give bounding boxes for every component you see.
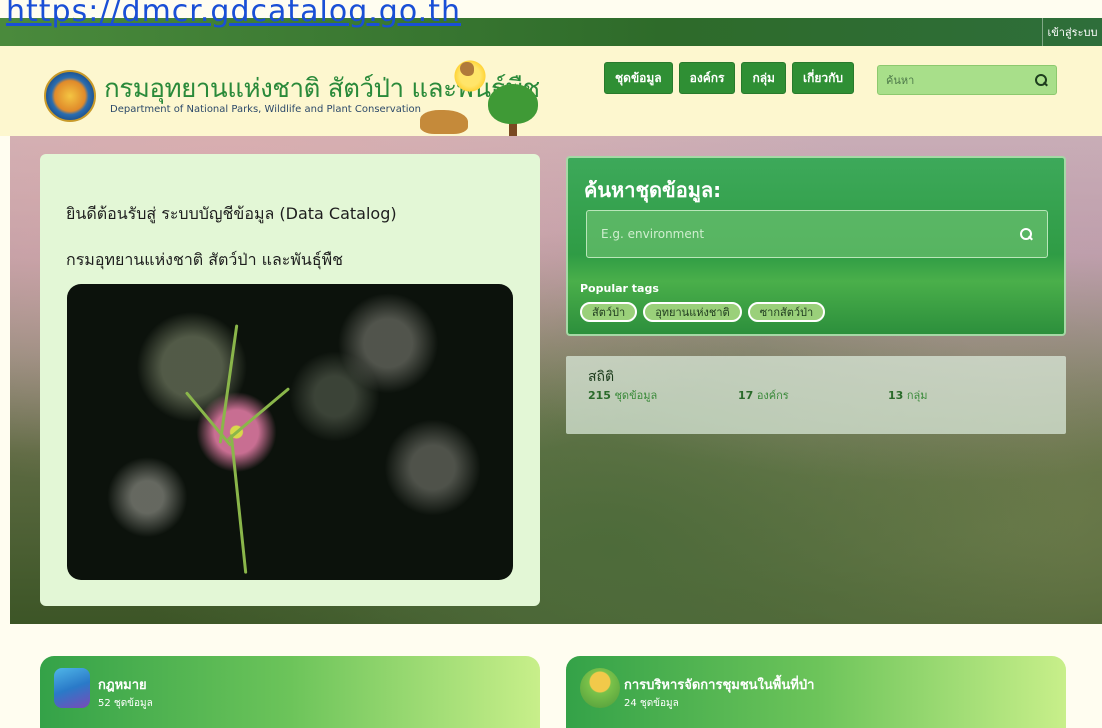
category-count: 24 ชุดข้อมูล xyxy=(624,698,679,709)
popular-tags-label: Popular tags xyxy=(580,282,659,295)
stat-groups-value: 13 xyxy=(888,389,904,402)
category-count: 52 ชุดข้อมูล xyxy=(98,698,153,709)
dataset-search-card: ค้นหาชุดข้อมูล: Popular tags สัตว์ป่า อุ… xyxy=(566,156,1066,336)
main-nav: ชุดข้อมูล องค์กร กลุ่ม เกี่ยวกับ xyxy=(604,62,854,94)
sundew-plant-photo xyxy=(67,284,513,580)
category-title: กฎหมาย xyxy=(98,678,147,693)
tree-icon xyxy=(488,84,538,124)
stat-organizations[interactable]: 17 องค์กร xyxy=(738,386,789,404)
search-icon[interactable] xyxy=(1019,227,1033,241)
nav-datasets[interactable]: ชุดข้อมูล xyxy=(604,62,673,94)
stat-datasets-label: ชุดข้อมูล xyxy=(614,389,658,402)
statistics-title: สถิติ xyxy=(588,369,615,385)
department-seal-icon xyxy=(44,70,96,122)
header-search-input[interactable] xyxy=(886,73,1026,87)
popular-tags: สัตว์ป่า อุทยานแห่งชาติ ซากสัตว์ป่า xyxy=(580,302,826,322)
dataset-search-box xyxy=(586,210,1048,258)
welcome-subheading: กรมอุทยานแห่งชาติ สัตว์ป่า และพันธุ์พืช xyxy=(66,250,344,269)
nav-about[interactable]: เกี่ยวกับ xyxy=(791,62,854,94)
statistics-card: สถิติ 215 ชุดข้อมูล 17 องค์กร 13 กลุ่ม xyxy=(566,356,1066,434)
deer-icon xyxy=(420,110,468,134)
login-button[interactable]: เข้าสู่ระบบ xyxy=(1042,18,1102,46)
welcome-heading: ยินดีต้อนรับสู่ ระบบบัญชีข้อมูล (Data Ca… xyxy=(66,204,397,223)
search-icon[interactable] xyxy=(1034,73,1048,87)
site-header: กรมอุทยานแห่งชาติ สัตว์ป่า และพันธุ์พืช … xyxy=(0,46,1102,136)
category-title: การบริหารจัดการชุมชนในพื้นที่ป่า xyxy=(624,678,815,693)
tag-national-park[interactable]: อุทยานแห่งชาติ xyxy=(643,302,742,322)
stat-organizations-value: 17 xyxy=(738,389,754,402)
tag-wildlife[interactable]: สัตว์ป่า xyxy=(580,302,638,322)
dataset-search-title: ค้นหาชุดข้อมูล: xyxy=(584,178,722,202)
stat-groups[interactable]: 13 กลุ่ม xyxy=(888,386,927,404)
stat-groups-label: กลุ่ม xyxy=(906,389,928,402)
category-card-community-forest[interactable]: การบริหารจัดการชุมชนในพื้นที่ป่า 24 ชุดข… xyxy=(566,656,1066,728)
logo-title-english: Department of National Parks, Wildlife a… xyxy=(110,104,421,115)
stat-datasets[interactable]: 215 ชุดข้อมูล xyxy=(588,386,657,404)
nav-organizations[interactable]: องค์กร xyxy=(678,62,736,94)
dataset-search-input[interactable] xyxy=(601,227,1001,241)
law-book-icon xyxy=(54,668,90,708)
header-search xyxy=(877,65,1057,95)
bird-icon xyxy=(460,62,474,76)
tag-wildlife-carcass[interactable]: ซากสัตว์ป่า xyxy=(747,302,826,322)
stat-datasets-value: 215 xyxy=(588,389,611,402)
url-link[interactable]: https://dmcr.gdcatalog.go.th xyxy=(6,0,461,29)
stat-organizations-label: องค์กร xyxy=(756,389,789,402)
category-card-law[interactable]: กฎหมาย 52 ชุดข้อมูล xyxy=(40,656,540,728)
nav-groups[interactable]: กลุ่ม xyxy=(741,62,786,94)
welcome-card: ยินดีต้อนรับสู่ ระบบบัญชีข้อมูล (Data Ca… xyxy=(40,154,540,606)
department-logo[interactable]: กรมอุทยานแห่งชาติ สัตว์ป่า และพันธุ์พืช … xyxy=(40,56,540,136)
village-community-icon xyxy=(580,668,620,708)
